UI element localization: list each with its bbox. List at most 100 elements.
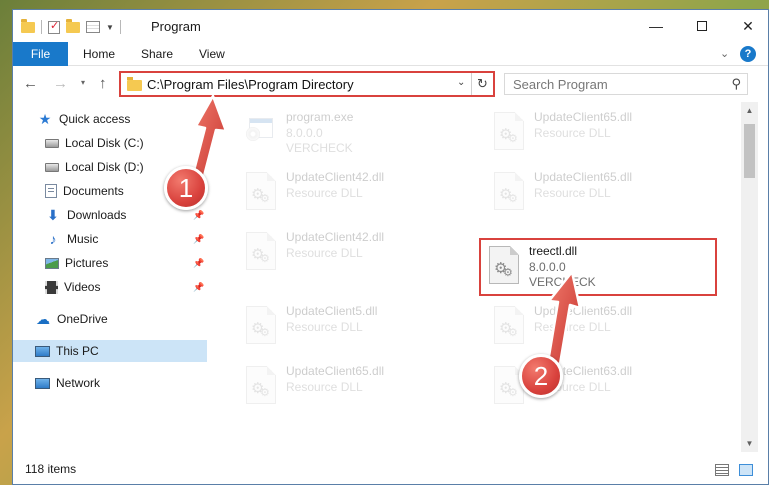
sidebar-item-label: Local Disk (D:): [65, 160, 144, 174]
dll-file-icon: ⚙ ⚙: [246, 366, 280, 406]
sidebar-item-videos[interactable]: Videos 📌: [13, 276, 207, 298]
cloud-icon: ☁: [36, 310, 50, 327]
sidebar-item-label: Videos: [64, 280, 101, 294]
chevron-down-icon[interactable]: ▼: [106, 23, 114, 32]
ribbon-tabs: File Home Share View ⌄ ?: [13, 42, 768, 66]
dll-file-icon: ⚙ ⚙: [494, 112, 528, 152]
film-icon: [45, 280, 58, 294]
file-list: program.exe 8.0.0.0 VERCHECK ⚙ ⚙ UpdateCl…: [214, 102, 739, 452]
folder-icon: [21, 18, 35, 33]
details-view-icon[interactable]: [715, 464, 729, 476]
dll-file-icon: ⚙ ⚙: [489, 246, 523, 286]
file-description: Resource DLL: [286, 320, 363, 334]
search-input[interactable]: [513, 76, 723, 92]
file-tile[interactable]: ⚙ ⚙ UpdateClient42.dll Resource DLL: [236, 224, 466, 280]
pin-icon[interactable]: 📌: [193, 258, 204, 269]
sidebar-item-network[interactable]: Network: [13, 372, 207, 394]
navigation-bar: ← → ▾ ↑ C:\Program Files\Program Directo…: [13, 67, 768, 101]
tab-view[interactable]: View: [199, 42, 225, 66]
drive-icon: [45, 138, 59, 148]
folder-icon: [127, 77, 142, 91]
file-name: UpdateClient42.dll: [286, 170, 385, 184]
pin-icon[interactable]: 📌: [193, 234, 204, 245]
file-tile[interactable]: ⚙ ⚙ UpdateClient5.dll Resource DLL: [236, 298, 466, 354]
sidebar-item-music[interactable]: ♪ Music 📌: [13, 228, 207, 250]
address-bar[interactable]: C:\Program Files\Program Directory ⌄ ↻: [119, 71, 495, 97]
file-tile-treectl[interactable]: ⚙ ⚙ treectl.dll 8.0.0.0 VERCHECK: [479, 238, 717, 296]
sidebar-item-local-disk-c[interactable]: Local Disk (C:): [13, 132, 207, 154]
file-name: UpdateClient42.dll: [286, 230, 385, 244]
file-tile[interactable]: ⚙ ⚙ UpdateClient65.dll Resource DLL: [484, 298, 714, 354]
pin-icon[interactable]: 📌: [193, 210, 204, 221]
address-history-button[interactable]: ⌄: [457, 77, 465, 88]
window-title: Program: [151, 19, 201, 34]
search-box[interactable]: ⚲: [504, 73, 748, 95]
file-tile[interactable]: ⚙ ⚙ UpdateClient63.dll Resource DLL: [484, 358, 714, 414]
large-icons-view-icon[interactable]: [739, 464, 753, 476]
toolbar-divider: [119, 20, 121, 34]
file-tile[interactable]: ⚙ ⚙ UpdateClient65.dll Resource DLL: [484, 164, 714, 220]
step-1-badge: 1: [164, 166, 208, 210]
refresh-button[interactable]: ↻: [471, 73, 493, 95]
drive-icon: [45, 162, 59, 172]
dll-file-icon: ⚙ ⚙: [246, 172, 280, 212]
recent-locations-button[interactable]: ▾: [81, 78, 85, 87]
sidebar-item-label: Quick access: [59, 112, 131, 126]
tab-home[interactable]: Home: [83, 42, 115, 66]
sidebar-item-this-pc[interactable]: This PC: [13, 340, 207, 362]
file-name: UpdateClient65.dll: [534, 304, 633, 318]
forward-button[interactable]: →: [53, 75, 68, 92]
file-version: 8.0.0.0: [286, 126, 323, 140]
maximize-icon: [697, 21, 707, 31]
scroll-up-icon[interactable]: ▲: [741, 102, 758, 119]
scroll-down-icon[interactable]: ▼: [741, 435, 758, 452]
pin-icon[interactable]: 📌: [193, 282, 204, 293]
file-tile[interactable]: ⚙ ⚙ UpdateClient42.dll Resource DLL: [236, 164, 466, 220]
music-note-icon: ♪: [49, 231, 57, 247]
up-button[interactable]: ↑: [99, 75, 107, 92]
file-tile[interactable]: ⚙ ⚙ UpdateClient65.dll Resource DLL: [484, 104, 714, 160]
file-tile[interactable]: ⚙ ⚙ UpdateClient65.dll Resource DLL: [236, 358, 466, 414]
navigation-pane: ★ Quick access Local Disk (C:) Local Dis…: [13, 102, 207, 452]
properties-check-icon[interactable]: [48, 19, 60, 34]
file-company: VERCHECK: [529, 275, 596, 289]
sidebar-item-label: Network: [56, 376, 101, 390]
dll-file-icon: ⚙ ⚙: [246, 232, 280, 272]
sidebar-item-label: Pictures: [65, 256, 109, 270]
tab-file[interactable]: File: [13, 42, 68, 66]
file-explorer-window: ▼ Program — ✕ File Home Share View ⌄ ? ←…: [12, 9, 769, 485]
sidebar-item-quick-access[interactable]: ★ Quick access: [13, 108, 207, 130]
ribbon-expand-icon[interactable]: ⌄: [720, 47, 729, 60]
address-path[interactable]: C:\Program Files\Program Directory: [147, 77, 354, 92]
search-icon[interactable]: ⚲: [731, 76, 741, 92]
file-name: UpdateClient65.dll: [534, 110, 633, 124]
back-button[interactable]: ←: [23, 75, 38, 92]
file-description: Resource DLL: [286, 380, 363, 394]
minimize-button[interactable]: —: [633, 10, 679, 42]
scroll-thumb[interactable]: [744, 124, 755, 178]
dll-file-icon: ⚙ ⚙: [246, 306, 280, 346]
star-icon: ★: [38, 110, 52, 127]
sidebar-item-label: Downloads: [67, 208, 127, 222]
help-icon[interactable]: ?: [740, 46, 756, 62]
executable-icon: [246, 112, 280, 152]
maximize-button[interactable]: [679, 10, 725, 42]
file-description: Resource DLL: [534, 126, 611, 140]
file-description: Resource DLL: [534, 186, 611, 200]
tab-share[interactable]: Share: [141, 42, 173, 66]
sidebar-item-pictures[interactable]: Pictures 📌: [13, 252, 207, 274]
file-company: VERCHECK: [286, 141, 353, 155]
pictures-icon: [45, 257, 59, 269]
quick-access-toolbar: ▼: [21, 18, 121, 36]
sidebar-item-label: Documents: [63, 184, 124, 198]
vertical-scrollbar[interactable]: ▲ ▼: [741, 102, 758, 452]
sidebar-item-label: This PC: [56, 344, 99, 358]
file-tile[interactable]: program.exe 8.0.0.0 VERCHECK: [236, 104, 466, 160]
customize-toolbar-icon[interactable]: [86, 21, 100, 33]
file-name: program.exe: [286, 110, 354, 124]
file-name: UpdateClient65.dll: [286, 364, 385, 378]
close-button[interactable]: ✕: [725, 10, 768, 42]
new-folder-icon[interactable]: [66, 18, 80, 33]
sidebar-item-onedrive[interactable]: ☁ OneDrive: [13, 308, 207, 330]
file-name: treectl.dll: [529, 244, 578, 258]
